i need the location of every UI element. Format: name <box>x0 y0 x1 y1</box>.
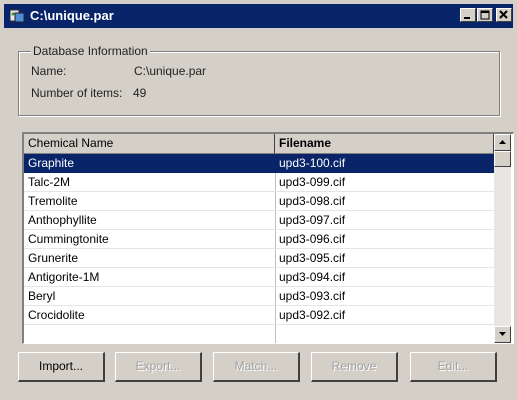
filename-cell: upd3-098.cif <box>279 194 346 208</box>
chemical-name-cell: Graphite <box>28 156 75 170</box>
arrow-up-icon <box>499 140 506 144</box>
table-row[interactable]: Crocidolite upd3-092.cif <box>24 306 494 325</box>
match-button[interactable]: Match... <box>213 352 300 382</box>
filename-cell: upd3-095.cif <box>279 251 346 265</box>
remove-button[interactable]: Remove <box>311 352 398 382</box>
chemical-name-cell: Cummingtonite <box>28 232 109 246</box>
scroll-up-button[interactable] <box>494 134 511 151</box>
filename-cell: upd3-097.cif <box>279 213 346 227</box>
scroll-down-button[interactable] <box>494 326 511 343</box>
table-row[interactable]: Anthophyllite upd3-097.cif <box>24 211 494 230</box>
table-row[interactable]: Graphite upd3-100.cif <box>24 154 494 173</box>
database-window: C:\unique.par Database Information Name:… <box>0 0 517 400</box>
scroll-thumb[interactable] <box>494 151 511 167</box>
filename-cell: upd3-094.cif <box>279 270 346 284</box>
minimize-button[interactable] <box>460 8 476 22</box>
edit-button[interactable]: Edit... <box>410 352 497 382</box>
maximize-button[interactable] <box>477 8 493 22</box>
name-label: Name: <box>31 64 67 78</box>
arrow-down-icon <box>499 332 506 336</box>
name-value: C:\unique.par <box>134 64 207 78</box>
list-rows: Graphite upd3-100.cif Talc-2M upd3-099.c… <box>24 154 494 325</box>
column-header-chemical-name[interactable]: Chemical Name <box>24 134 275 154</box>
close-button[interactable] <box>496 8 512 22</box>
table-row[interactable]: Cummingtonite upd3-096.cif <box>24 230 494 249</box>
chemical-list[interactable]: Chemical Name Filename Graphite upd3-100… <box>22 132 514 344</box>
table-row[interactable]: Talc-2M upd3-099.cif <box>24 173 494 192</box>
table-row[interactable]: Antigorite-1M upd3-094.cif <box>24 268 494 287</box>
chemical-name-cell: Tremolite <box>28 194 78 208</box>
filename-cell: upd3-096.cif <box>279 232 346 246</box>
database-info-group: Database Information Name: C:\unique.par… <box>18 44 500 116</box>
vertical-scrollbar[interactable] <box>494 134 511 343</box>
table-row[interactable]: Grunerite upd3-095.cif <box>24 249 494 268</box>
chemical-name-cell: Crocidolite <box>28 308 85 322</box>
count-label: Number of items: <box>31 86 123 100</box>
chemical-name-cell: Talc-2M <box>28 175 71 189</box>
count-value: 49 <box>133 86 147 100</box>
minimize-icon <box>464 17 470 19</box>
filename-cell: upd3-100.cif <box>279 156 346 170</box>
column-header-filename[interactable]: Filename <box>275 134 494 154</box>
chemical-name-cell: Beryl <box>28 289 56 303</box>
import-button[interactable]: Import... <box>18 352 105 382</box>
table-row[interactable]: Tremolite upd3-098.cif <box>24 192 494 211</box>
table-row[interactable]: Beryl upd3-093.cif <box>24 287 494 306</box>
database-info-legend: Database Information <box>31 44 150 58</box>
filename-cell: upd3-093.cif <box>279 289 346 303</box>
window-title: C:\unique.par <box>30 8 114 23</box>
list-header: Chemical Name Filename <box>24 134 494 154</box>
app-icon <box>10 9 25 23</box>
chemical-name-cell: Antigorite-1M <box>28 270 100 284</box>
title-bar[interactable]: C:\unique.par <box>4 4 513 28</box>
chemical-name-cell: Grunerite <box>28 251 79 265</box>
close-icon <box>499 10 508 19</box>
maximize-icon <box>480 10 490 20</box>
chemical-name-cell: Anthophyllite <box>28 213 97 227</box>
export-button[interactable]: Export... <box>115 352 202 382</box>
filename-cell: upd3-092.cif <box>279 308 346 322</box>
filename-cell: upd3-099.cif <box>279 175 346 189</box>
